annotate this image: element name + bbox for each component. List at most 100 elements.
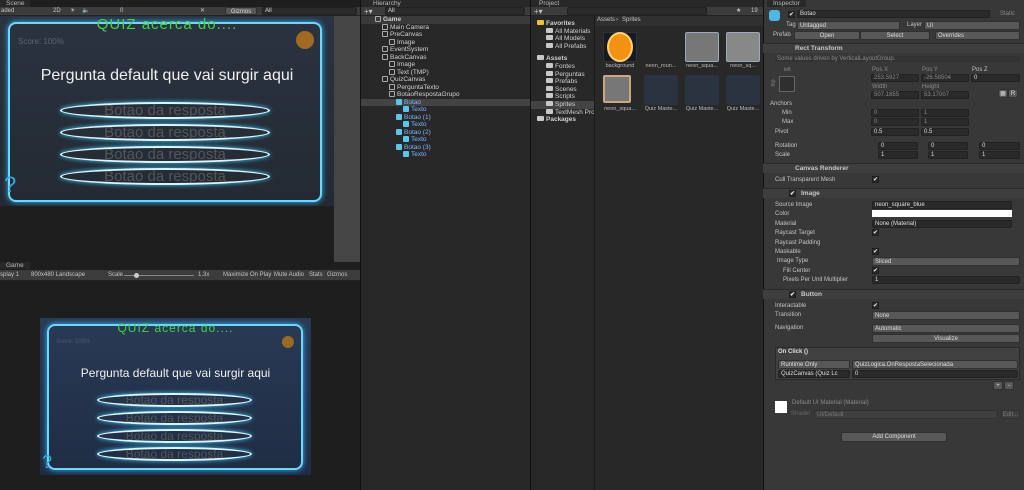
image-enabled-checkbox[interactable]: ✔ (789, 190, 796, 197)
hierarchy-item[interactable]: Botao (2) (361, 128, 531, 137)
material-field[interactable]: None (Material) (872, 220, 1012, 228)
asset-thumbnail[interactable] (685, 32, 719, 62)
anchors-label[interactable]: Anchors (770, 101, 792, 107)
hierarchy-item[interactable]: Game (361, 16, 531, 24)
argument-field[interactable]: 0 (852, 370, 1018, 378)
hierarchy-item[interactable]: EventSystem (361, 46, 531, 54)
rect-transform-header[interactable]: Rect Transform (763, 43, 1024, 53)
hierarchy-item[interactable]: Image (361, 38, 531, 47)
project-folder[interactable]: Packages (531, 116, 595, 124)
prefab-overrides-dropdown[interactable]: Overrides (935, 31, 1020, 40)
add-component-button[interactable]: Add Component (841, 432, 947, 442)
maximize-on-play-toggle[interactable]: Maximize On Play (223, 272, 271, 278)
mute-audio-toggle[interactable]: Mute Audio (274, 272, 304, 278)
hidden-packages-count[interactable]: 19 (751, 8, 758, 14)
tab-game[interactable]: Game (0, 262, 30, 269)
remove-listener-button[interactable]: − (1004, 381, 1014, 390)
answer-button[interactable]: Botao da resposta (97, 429, 252, 443)
add-listener-button[interactable]: + (993, 381, 1003, 390)
function-dropdown[interactable]: QuizLogica.OnRespostaSelecionada (852, 360, 1018, 369)
button-enabled-checkbox[interactable]: ✔ (789, 291, 796, 298)
runtime-dropdown[interactable]: Runtime Only (778, 360, 850, 369)
canvas-renderer-header[interactable]: Canvas Renderer (763, 163, 1024, 173)
project-folder[interactable]: Perguntas (531, 70, 595, 79)
breadcrumb-sprites[interactable]: Sprites (622, 17, 641, 23)
project-folder[interactable]: Prefabs (531, 78, 595, 86)
project-folder[interactable]: TextMesh Pro (531, 108, 595, 117)
visualize-button[interactable]: Visualize (872, 334, 1020, 343)
anchor-presets-button[interactable] (779, 76, 795, 92)
stats-toggle[interactable]: Stats (309, 272, 323, 278)
gizmos-dropdown[interactable]: Gizmos (225, 7, 257, 15)
transition-dropdown[interactable]: None (872, 311, 1020, 320)
target-object-field[interactable]: QuizCanvas (Quiz Lc (778, 370, 850, 378)
project-folder[interactable]: All Materials (531, 27, 595, 36)
maskable-checkbox[interactable]: ✔ (872, 248, 879, 255)
layers-count[interactable]: 0 (120, 8, 123, 14)
light-icon[interactable]: ☀ (70, 7, 75, 14)
project-search-input[interactable] (567, 7, 707, 15)
button-header[interactable]: ✔ Button (763, 289, 1024, 299)
hierarchy-item[interactable]: Main Camera (361, 23, 531, 32)
posx-field[interactable]: 253.5927 (871, 74, 919, 82)
answer-button[interactable]: Botao da resposta (97, 393, 252, 407)
display-dropdown[interactable]: splay 1 (0, 272, 19, 278)
scale-slider[interactable] (124, 273, 194, 278)
answer-button[interactable]: Botao da resposta (60, 102, 270, 119)
rotation-y[interactable]: 0 (928, 142, 968, 150)
scale-y[interactable]: 1 (928, 151, 968, 159)
fill-center-checkbox[interactable]: ✔ (872, 267, 879, 274)
tag-dropdown[interactable]: Untagged (797, 21, 900, 30)
hierarchy-search-input[interactable]: All (385, 7, 525, 15)
answer-button[interactable]: Botao da resposta (60, 146, 270, 163)
layer-dropdown[interactable]: UI (924, 21, 1020, 30)
asset-thumbnail[interactable] (726, 75, 760, 105)
hierarchy-item[interactable]: Texto (361, 106, 531, 114)
raw-edit-button[interactable]: R (1008, 89, 1018, 98)
raycast-padding-foldout[interactable]: Raycast Padding (775, 240, 820, 246)
hierarchy-item-selected[interactable]: Botao (361, 98, 531, 106)
tools-icon[interactable]: ✕ (200, 7, 205, 14)
audio-icon[interactable]: 🔈 (82, 7, 89, 14)
color-field[interactable] (872, 210, 1012, 217)
tab-scene[interactable]: Scene (0, 0, 31, 7)
project-folder[interactable]: All Models (531, 35, 595, 43)
tab-inspector[interactable]: Inspector (767, 0, 806, 7)
hierarchy-item[interactable]: PreCanvas (361, 31, 531, 39)
hierarchy-item[interactable]: QuizCanvas (361, 76, 531, 84)
posy-field[interactable]: -26.58504 (921, 74, 969, 82)
scale-x[interactable]: 1 (878, 151, 918, 159)
tab-project[interactable]: Project (533, 0, 566, 7)
rotation-z[interactable]: 0 (979, 142, 1020, 150)
project-folder[interactable]: Fontes (531, 63, 595, 71)
width-field[interactable]: 507.1855 (871, 91, 919, 99)
image-header[interactable]: ✔ Image (763, 188, 1024, 198)
name-input[interactable]: Botao (797, 10, 990, 18)
anchor-max-y[interactable]: 1 (921, 118, 969, 126)
gizmos-toggle[interactable]: Gizmos (327, 272, 347, 278)
hierarchy-item[interactable]: Texto (361, 151, 531, 159)
answer-button[interactable]: Botao da resposta (97, 447, 252, 461)
project-folder[interactable]: Assets (531, 55, 595, 63)
image-type-dropdown[interactable]: Sliced (872, 257, 1020, 266)
interactable-checkbox[interactable]: ✔ (872, 302, 879, 309)
hierarchy-item[interactable]: Text (TMP) (361, 68, 531, 77)
blueprint-mode-button[interactable]: ▦ (998, 89, 1008, 98)
scene-search-input[interactable]: All (262, 7, 357, 15)
add-icon[interactable]: +▾ (364, 7, 373, 16)
static-toggle[interactable]: Static (1000, 11, 1015, 17)
raycast-target-checkbox[interactable]: ✔ (872, 229, 879, 236)
asset-thumbnail[interactable] (726, 32, 760, 62)
breadcrumb-assets[interactable]: Assets (597, 17, 615, 23)
prefab-select-button[interactable]: Select (860, 31, 930, 40)
answer-button[interactable]: Botao da resposta (97, 411, 252, 425)
asset-thumbnail[interactable] (685, 75, 719, 105)
project-folder-selected[interactable]: Sprites (531, 101, 595, 109)
pivot-y[interactable]: 0.5 (921, 128, 969, 136)
rotation-x[interactable]: 0 (878, 142, 918, 150)
answer-button[interactable]: Botao da resposta (60, 168, 270, 185)
ppu-field[interactable]: 1 (872, 276, 1020, 284)
project-folder[interactable]: All Prefabs (531, 42, 595, 51)
shading-mode-dropdown[interactable]: aded (1, 8, 14, 14)
active-checkbox[interactable]: ✔ (788, 11, 795, 18)
